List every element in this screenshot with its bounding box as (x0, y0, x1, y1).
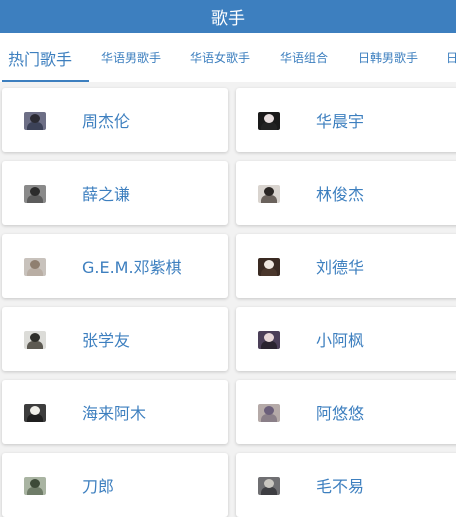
tab-chinese-group[interactable]: 华语组合 (280, 33, 328, 82)
tab-label: 日 (446, 51, 456, 65)
singer-name: 周杰伦 (82, 112, 131, 131)
singer-avatar (258, 258, 280, 276)
tab-label: 华语女歌手 (190, 51, 251, 65)
singer-avatar (24, 404, 46, 422)
singer-name: 林俊杰 (316, 185, 365, 204)
singer-card[interactable]: 阿悠悠 (236, 380, 456, 444)
singer-card[interactable]: 林俊杰 (236, 161, 456, 225)
tab-chinese-female[interactable]: 华语女歌手 (190, 33, 250, 82)
tab-hot-singers[interactable]: 热门歌手 (8, 33, 72, 82)
singer-name: 刀郎 (82, 477, 115, 496)
singer-card[interactable]: 毛不易 (236, 453, 456, 517)
singer-avatar (258, 477, 280, 495)
singer-card[interactable]: 薛之谦 (2, 161, 228, 225)
singer-card[interactable]: 周杰伦 (2, 88, 228, 152)
singer-avatar (24, 112, 46, 130)
singer-card[interactable]: 张学友 (2, 307, 228, 371)
singer-avatar (258, 112, 280, 130)
page-title: 歌手 (211, 9, 245, 29)
singer-avatar (24, 258, 46, 276)
tab-jpkr-partial[interactable]: 日 (446, 33, 456, 82)
singer-avatar (24, 185, 46, 203)
tab-jpkr-male[interactable]: 日韩男歌手 (358, 33, 418, 82)
singer-card[interactable]: G.E.M.邓紫棋 (2, 234, 228, 298)
tab-chinese-male[interactable]: 华语男歌手 (101, 33, 161, 82)
category-tabs: 热门歌手 华语男歌手 华语女歌手 华语组合 日韩男歌手 日 (0, 33, 456, 82)
singer-name: 毛不易 (316, 477, 365, 496)
tab-label: 热门歌手 (8, 49, 73, 69)
singer-card[interactable]: 华晨宇 (236, 88, 456, 152)
active-tab-indicator (2, 80, 89, 82)
singer-avatar (24, 477, 46, 495)
singer-card[interactable]: 刀郎 (2, 453, 228, 517)
singer-card[interactable]: 刘德华 (236, 234, 456, 298)
singer-name: 阿悠悠 (316, 404, 365, 423)
singer-name: G.E.M.邓紫棋 (82, 258, 182, 277)
singer-name: 刘德华 (316, 258, 365, 277)
singer-avatar (258, 331, 280, 349)
singer-avatar (258, 404, 280, 422)
singer-name: 海来阿木 (82, 404, 147, 423)
singer-card[interactable]: 小阿枫 (236, 307, 456, 371)
singer-card[interactable]: 海来阿木 (2, 380, 228, 444)
tab-label: 华语男歌手 (101, 51, 162, 65)
singer-name: 张学友 (82, 331, 131, 350)
tab-label: 日韩男歌手 (358, 51, 419, 65)
singer-avatar (258, 185, 280, 203)
page-header: 歌手 (0, 0, 456, 33)
singer-avatar (24, 331, 46, 349)
singer-name: 小阿枫 (316, 331, 365, 350)
singer-name: 薛之谦 (82, 185, 131, 204)
tab-label: 华语组合 (280, 51, 329, 65)
singer-name: 华晨宇 (316, 112, 365, 131)
